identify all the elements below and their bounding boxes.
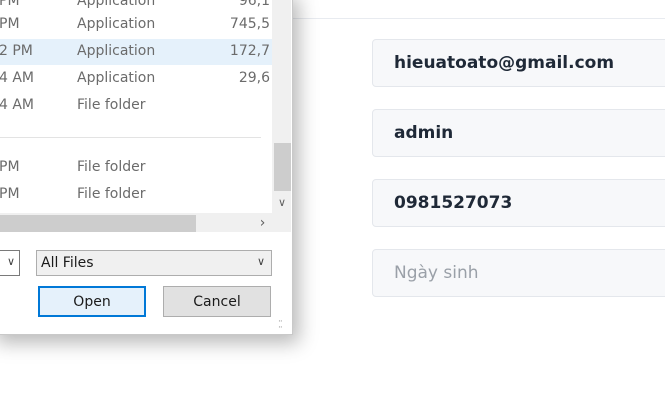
chevron-down-icon: ∨ [256,255,265,268]
file-type: File folder [77,159,146,175]
group-divider [0,137,261,138]
file-size: 172,7 [229,43,270,59]
file-type: Application [77,43,156,59]
resize-grip-icon[interactable]: ⋅⋅ ⋅⋅ [278,318,290,333]
cancel-button[interactable]: Cancel [163,286,271,317]
file-date: 4 AM [0,97,35,113]
horizontal-scrollbar[interactable]: › [0,213,272,232]
file-size: 29,6 [238,70,270,86]
email-field[interactable]: hieuatoato@gmail.com [372,39,665,87]
email-value: hieuatoato@gmail.com [394,53,615,73]
scrollbar-corner [272,213,291,232]
file-size: 96,1 [238,0,270,9]
file-list: PM Application 96,1 PM Application 745,5… [0,0,272,213]
username-field[interactable]: admin [372,109,665,157]
file-name-dropdown[interactable]: ∨ [0,250,20,276]
file-row-selected[interactable]: 2 PM Application 172,7 [0,39,272,65]
file-type: Application [77,16,156,32]
page-header-bar [292,0,665,19]
date-of-birth-placeholder: Ngày sinh [394,263,479,283]
file-type: File folder [77,97,146,113]
file-open-dialog: PM Application 96,1 PM Application 745,5… [0,0,293,335]
phone-value: 0981527073 [394,193,513,213]
file-type-filter-select[interactable]: All Files ∨ [36,250,272,276]
file-date: PM [0,16,20,32]
file-row[interactable]: 4 AM File folder [0,93,272,119]
username-value: admin [394,123,454,143]
file-date: 2 PM [0,43,33,59]
phone-field[interactable]: 0981527073 [372,179,665,227]
file-row[interactable]: PM File folder [0,182,272,208]
file-type: File folder [77,186,146,202]
chevron-right-icon[interactable]: › [253,213,272,232]
cancel-button-label: Cancel [193,293,241,310]
file-date: 4 AM [0,70,35,86]
chevron-down-icon: ∨ [6,255,15,268]
file-type: Application [77,0,156,9]
file-date: PM [0,0,20,9]
file-type: Application [77,70,156,86]
open-button[interactable]: Open [38,286,146,317]
file-date: PM [0,159,20,175]
file-row[interactable]: PM Application 745,5 [0,12,272,38]
file-row[interactable]: 4 AM Application 29,6 [0,66,272,92]
vertical-scrollbar[interactable]: ∨ [272,0,291,213]
file-date: PM [0,186,20,202]
open-button-label: Open [73,293,111,310]
file-row[interactable]: PM File folder [0,155,272,181]
file-size: 745,5 [229,16,270,32]
date-of-birth-field[interactable]: Ngày sinh [372,249,665,297]
vertical-scroll-thumb[interactable] [274,143,291,191]
horizontal-scroll-thumb[interactable] [0,215,196,232]
chevron-down-icon[interactable]: ∨ [275,191,289,213]
file-type-filter-value: All Files [41,255,94,271]
